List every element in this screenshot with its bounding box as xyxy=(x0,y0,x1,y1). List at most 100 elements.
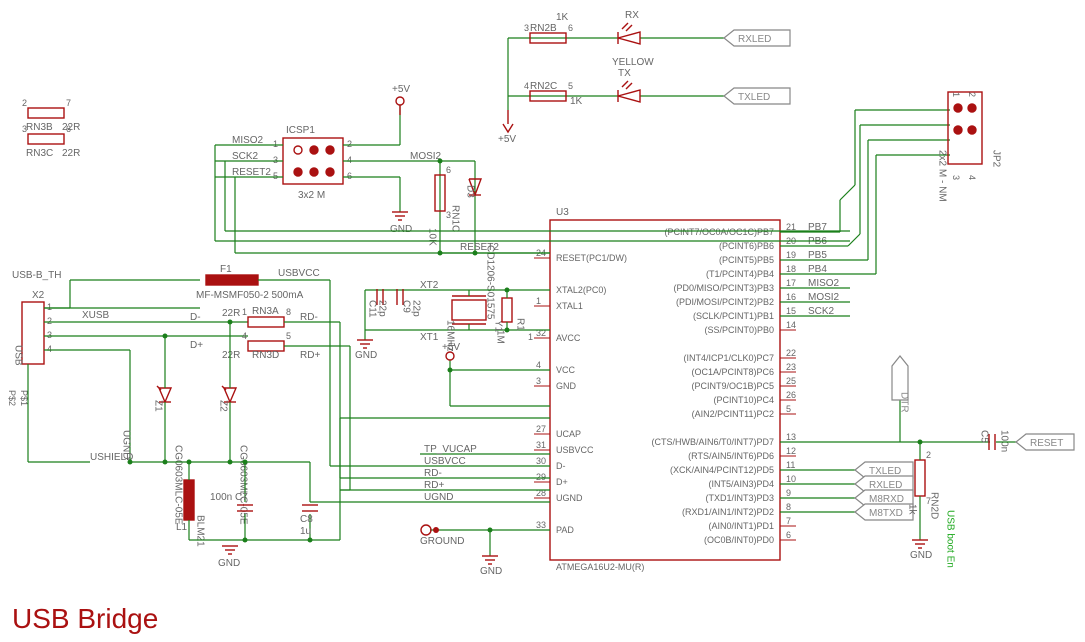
svg-text:P$2: P$2 xyxy=(7,390,17,406)
svg-text:USBVCC: USBVCC xyxy=(424,456,466,467)
svg-text:13: 13 xyxy=(786,432,796,442)
svg-text:RESET2: RESET2 xyxy=(460,242,499,253)
svg-text:1: 1 xyxy=(47,302,52,312)
svg-text:2x2 M - NM: 2x2 M - NM xyxy=(937,150,948,202)
svg-text:DTR: DTR xyxy=(899,392,910,413)
svg-text:GND: GND xyxy=(355,350,377,361)
svg-text:TXLED: TXLED xyxy=(869,466,901,477)
svg-text:15: 15 xyxy=(786,306,796,316)
svg-text:U3: U3 xyxy=(556,207,569,218)
svg-text:SCK2: SCK2 xyxy=(232,151,259,162)
svg-text:MOSI2: MOSI2 xyxy=(410,151,442,162)
svg-text:(XCK/AIN4/PCINT12)PD5: (XCK/AIN4/PCINT12)PD5 xyxy=(670,465,774,475)
svg-text:(SCLK/PCINT1)PB1: (SCLK/PCINT1)PB1 xyxy=(693,311,774,321)
svg-text:RN3D: RN3D xyxy=(252,350,279,361)
svg-text:PB5: PB5 xyxy=(808,250,827,261)
svg-text:4: 4 xyxy=(347,155,352,165)
dtr-reset: RN2D 1k 2 7 GND USB boot En C5 100n RESE… xyxy=(900,430,1074,568)
svg-text:XTAL1: XTAL1 xyxy=(556,301,583,311)
svg-text:R1: R1 xyxy=(515,318,526,331)
svg-text:GND: GND xyxy=(480,566,502,577)
svg-text:6: 6 xyxy=(568,23,573,33)
svg-text:26: 26 xyxy=(786,390,796,400)
svg-text:22R: 22R xyxy=(222,350,240,361)
svg-text:M8TXD: M8TXD xyxy=(869,508,903,519)
svg-text:(TXD1/INT3)PD3: (TXD1/INT3)PD3 xyxy=(705,493,774,503)
svg-text:2: 2 xyxy=(47,316,52,326)
svg-text:XT2: XT2 xyxy=(420,280,439,291)
svg-text:GND: GND xyxy=(218,558,240,569)
svg-text:3: 3 xyxy=(524,23,529,33)
svg-text:(INT5/AIN3)PD4: (INT5/AIN3)PD4 xyxy=(708,479,774,489)
svg-text:XTAL2(PC0): XTAL2(PC0) xyxy=(556,285,606,295)
svg-text:X2: X2 xyxy=(32,290,45,301)
svg-text:(PCINT9/OC1B)PC5: (PCINT9/OC1B)PC5 xyxy=(691,381,774,391)
svg-text:3: 3 xyxy=(446,210,451,220)
svg-text:XUSB: XUSB xyxy=(82,310,110,321)
svg-text:1: 1 xyxy=(536,296,541,306)
svg-text:+5V: +5V xyxy=(392,84,410,95)
svg-text:22: 22 xyxy=(786,348,796,358)
svg-text:PAD: PAD xyxy=(556,525,574,535)
svg-text:1u: 1u xyxy=(300,526,311,537)
svg-text:CG0603MLC-05E: CG0603MLC-05E xyxy=(238,445,249,525)
svg-text:(PDI/MOSI/PCINT2)PB2: (PDI/MOSI/PCINT2)PB2 xyxy=(676,297,774,307)
svg-text:(AIN2/PCINT11)PC2: (AIN2/PCINT11)PC2 xyxy=(692,409,774,419)
pd-tags: DTR TXLED RXLED M8RXD M8TXD xyxy=(780,356,913,520)
svg-text:100n: 100n xyxy=(999,430,1010,452)
svg-text:M8RXD: M8RXD xyxy=(869,494,904,505)
svg-text:TXLED: TXLED xyxy=(738,92,770,103)
svg-text:GROUND: GROUND xyxy=(420,536,464,547)
svg-text:D+: D+ xyxy=(190,340,203,351)
svg-text:SCK2: SCK2 xyxy=(808,306,835,317)
svg-text:6: 6 xyxy=(446,165,451,175)
svg-text:Z2: Z2 xyxy=(218,400,229,412)
svg-text:4: 4 xyxy=(47,344,52,354)
txled-tag: TXLED xyxy=(724,88,790,104)
svg-text:9: 9 xyxy=(786,488,791,498)
svg-text:18: 18 xyxy=(786,264,796,274)
svg-text:27: 27 xyxy=(536,424,546,434)
svg-text:(PCINT6)PB6: (PCINT6)PB6 xyxy=(719,241,774,251)
svg-text:F1: F1 xyxy=(220,264,232,275)
svg-text:2: 2 xyxy=(347,139,352,149)
svg-text:D-: D- xyxy=(556,461,566,471)
sheet-title: USB Bridge xyxy=(12,603,158,634)
svg-text:UGND: UGND xyxy=(424,492,453,503)
svg-text:RD-: RD- xyxy=(300,312,318,323)
svg-text:TP_VUCAP: TP_VUCAP xyxy=(424,444,477,455)
svg-text:16: 16 xyxy=(786,292,796,302)
svg-text:3: 3 xyxy=(273,155,278,165)
svg-text:D3: D3 xyxy=(465,185,476,198)
svg-text:(AIN0/INT1)PD1: (AIN0/INT1)PD1 xyxy=(708,521,774,531)
svg-text:3: 3 xyxy=(951,175,961,180)
svg-text:23: 23 xyxy=(786,362,796,372)
svg-text:ATMEGA16U2-MU(R): ATMEGA16U2-MU(R) xyxy=(556,562,644,572)
svg-text:BLM21: BLM21 xyxy=(195,515,206,547)
svg-text:8: 8 xyxy=(286,307,291,317)
svg-text:2: 2 xyxy=(22,98,27,108)
svg-text:D-: D- xyxy=(190,312,201,323)
svg-text:5: 5 xyxy=(568,81,573,91)
svg-text:XT1: XT1 xyxy=(420,332,439,343)
svg-text:MISO2: MISO2 xyxy=(232,135,264,146)
svg-text:RN3C: RN3C xyxy=(26,148,53,159)
svg-text:31: 31 xyxy=(536,440,546,450)
svg-text:12: 12 xyxy=(786,446,796,456)
svg-text:+5V: +5V xyxy=(498,134,516,145)
svg-text:(PD0/MISO/PCINT3)PB3: (PD0/MISO/PCINT3)PB3 xyxy=(673,283,774,293)
svg-text:7: 7 xyxy=(66,98,71,108)
svg-text:3: 3 xyxy=(47,330,52,340)
svg-text:19: 19 xyxy=(786,250,796,260)
svg-text:MOSI2: MOSI2 xyxy=(808,292,840,303)
svg-text:4: 4 xyxy=(967,175,977,180)
svg-text:(INT4/ICP1/CLK0)PC7: (INT4/ICP1/CLK0)PC7 xyxy=(683,353,774,363)
svg-text:RD+: RD+ xyxy=(424,480,444,491)
svg-text:3x2 M: 3x2 M xyxy=(298,190,325,201)
svg-text:(RTS/AIN5/INT6)PD6: (RTS/AIN5/INT6)PD6 xyxy=(688,451,774,461)
svg-text:22R: 22R xyxy=(62,148,80,159)
svg-text:MISO2: MISO2 xyxy=(808,278,840,289)
ic-u3: U3 ATMEGA16U2-MU(R) 24RESET(PC1/DW)XTAL2… xyxy=(534,207,796,572)
svg-text:3: 3 xyxy=(536,376,541,386)
svg-text:1: 1 xyxy=(528,332,533,342)
